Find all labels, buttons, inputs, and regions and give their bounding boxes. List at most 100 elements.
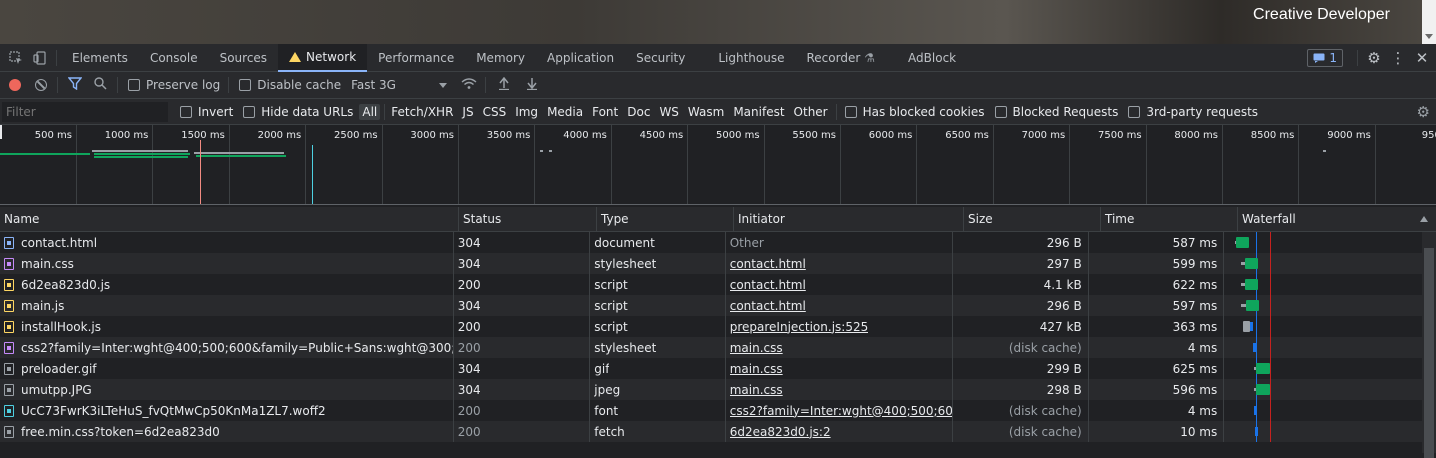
inspect-element-icon[interactable] xyxy=(4,44,28,72)
more-options-icon[interactable]: ⋮ xyxy=(1386,44,1410,72)
cell-status: 200 xyxy=(454,400,591,421)
column-header-name[interactable]: Name xyxy=(0,207,459,231)
request-size: (disk cache) xyxy=(1008,424,1082,439)
type-filter-img[interactable]: Img xyxy=(515,105,538,119)
cell-type: gif xyxy=(590,358,726,379)
cell-type: script xyxy=(590,274,726,295)
cell-size: (disk cache) xyxy=(953,421,1089,442)
cell-initiator[interactable]: contact.html xyxy=(726,274,954,295)
close-devtools-icon[interactable]: ✕ xyxy=(1410,44,1434,72)
column-header-type[interactable]: Type xyxy=(597,207,734,231)
waterfall-load-line xyxy=(1270,421,1272,442)
cell-initiator[interactable]: main.css xyxy=(726,379,954,400)
cell-initiator[interactable]: contact.html xyxy=(726,253,954,274)
cell-status: 304 xyxy=(454,232,591,253)
record-icon[interactable] xyxy=(9,79,21,91)
tab-elements[interactable]: Elements xyxy=(61,44,139,72)
table-row[interactable]: umutpp.JPG 304 jpeg main.css 298 B 596 ms xyxy=(0,379,1422,400)
table-row[interactable]: contact.html 304 document Other 296 B 587 ms xyxy=(0,232,1422,253)
device-toolbar-icon[interactable] xyxy=(28,44,52,72)
type-filter-ws[interactable]: WS xyxy=(659,105,678,119)
third-party-checkbox[interactable] xyxy=(1128,105,1141,118)
cell-waterfall xyxy=(1224,358,1422,379)
tab-memory[interactable]: Memory xyxy=(465,44,536,72)
type-filter-other[interactable]: Other xyxy=(794,105,828,119)
timeline-tick xyxy=(1298,125,1300,204)
fetch-icon xyxy=(4,425,14,438)
scrollbar-thumb[interactable] xyxy=(1424,248,1434,458)
filter-funnel-icon[interactable] xyxy=(67,77,83,93)
disable-cache-checkbox[interactable] xyxy=(239,79,252,91)
column-header-size[interactable]: Size xyxy=(964,207,1101,231)
waterfall-load-line xyxy=(1270,232,1272,253)
cell-initiator[interactable]: main.css xyxy=(726,337,954,358)
waterfall-load-line xyxy=(1270,295,1272,316)
blocked-cookies-checkbox[interactable] xyxy=(844,105,857,118)
type-filter-wasm[interactable]: Wasm xyxy=(688,105,724,119)
sort-ascending-icon xyxy=(1420,216,1428,222)
cell-initiator[interactable]: 6d2ea823d0.js:2 xyxy=(726,421,954,442)
column-header-initiator[interactable]: Initiator xyxy=(734,207,964,231)
tab-console[interactable]: Console xyxy=(139,44,209,72)
cell-initiator[interactable]: contact.html xyxy=(726,295,954,316)
tab-sources[interactable]: Sources xyxy=(209,44,278,72)
type-filter-font[interactable]: Font xyxy=(592,105,618,119)
column-header-status[interactable]: Status xyxy=(459,207,597,231)
table-row[interactable]: main.css 304 stylesheet contact.html 297 B 59… xyxy=(0,253,1422,274)
type-filter-js[interactable]: JS xyxy=(462,105,473,119)
type-filter-media[interactable]: Media xyxy=(547,105,583,119)
column-header-waterfall[interactable]: Waterfall xyxy=(1238,207,1436,231)
banner-title: Creative Developer xyxy=(1253,6,1390,23)
page-scrollbar[interactable] xyxy=(1422,0,1436,44)
cell-name: main.js xyxy=(0,295,454,316)
requests-scrollbar[interactable] xyxy=(1422,232,1436,458)
table-row[interactable]: main.js 304 script contact.html 296 B 597 ms xyxy=(0,295,1422,316)
filter-input[interactable] xyxy=(2,101,168,122)
table-row[interactable]: UcC73FwrK3iLTeHuS_fvQtMwCp50KnMa1ZL7.wof… xyxy=(0,400,1422,421)
invert-checkbox[interactable] xyxy=(180,105,192,118)
tab-application[interactable]: Application xyxy=(536,44,625,72)
cell-time: 4 ms xyxy=(1089,337,1225,358)
tab-adblock[interactable]: AdBlock xyxy=(897,44,967,72)
tab-network[interactable]: Network xyxy=(278,43,368,72)
import-har-icon[interactable] xyxy=(498,76,510,93)
table-row[interactable]: css2?family=Inter:wght@400;500;600&famil… xyxy=(0,337,1422,358)
network-overview-timeline[interactable]: 500 ms 1000 ms 1500 ms 2000 ms 2500 ms 3000 m… xyxy=(0,125,1436,205)
issues-badge[interactable]: 1 xyxy=(1307,48,1343,67)
table-row[interactable]: preloader.gif 304 gif main.css 299 B 625 ms xyxy=(0,358,1422,379)
tab-recorder[interactable]: Recorder ⚗ xyxy=(796,44,898,72)
timeline-tick xyxy=(992,125,994,204)
tab-lighthouse[interactable]: Lighthouse xyxy=(707,44,795,72)
cell-initiator[interactable]: css2?family=Inter:wght@400;500;600&f... xyxy=(726,400,954,421)
table-row[interactable]: free.min.css?token=6d2ea823d0 200 fetch 6d2… xyxy=(0,421,1422,442)
cell-initiator[interactable]: prepareInjection.js:525 xyxy=(726,316,954,337)
type-filter-fetch-xhr[interactable]: Fetch/XHR xyxy=(391,105,453,119)
clear-icon[interactable] xyxy=(35,79,47,91)
table-row[interactable]: 6d2ea823d0.js 200 script contact.html 4.1 kB… xyxy=(0,274,1422,295)
request-status: 304 xyxy=(457,298,481,313)
type-filter-all[interactable]: All xyxy=(359,103,381,120)
network-settings-gear-icon[interactable]: ⚙ xyxy=(1417,103,1430,121)
column-header-time[interactable]: Time xyxy=(1101,207,1238,231)
network-conditions-wifi-icon[interactable] xyxy=(461,77,477,93)
type-filter-manifest[interactable]: Manifest xyxy=(733,105,784,119)
throttling-select[interactable]: Fast 3G xyxy=(351,78,448,92)
blocked-requests-checkbox[interactable] xyxy=(994,105,1007,118)
preserve-log-checkbox[interactable] xyxy=(128,79,140,91)
timeline-tick xyxy=(1069,125,1071,204)
timeline-tick-label: 4000 ms xyxy=(563,130,607,141)
tab-security[interactable]: Security xyxy=(625,44,707,72)
search-icon[interactable] xyxy=(94,77,107,93)
cell-time: 4 ms xyxy=(1089,400,1225,421)
blocked-cookies-label: Has blocked cookies xyxy=(862,104,985,119)
cell-initiator[interactable]: main.css xyxy=(726,358,954,379)
type-filter-doc[interactable]: Doc xyxy=(627,105,650,119)
hide-data-urls-checkbox[interactable] xyxy=(243,105,256,118)
scroll-down-arrow-icon[interactable] xyxy=(1425,34,1433,39)
export-har-icon[interactable] xyxy=(526,77,538,93)
tab-performance[interactable]: Performance xyxy=(367,44,465,72)
type-filter-css[interactable]: CSS xyxy=(483,105,507,119)
finish-marker xyxy=(312,145,313,204)
table-row[interactable]: installHook.js 200 script prepareInjection.… xyxy=(0,316,1422,337)
settings-gear-icon[interactable]: ⚙ xyxy=(1362,44,1386,72)
